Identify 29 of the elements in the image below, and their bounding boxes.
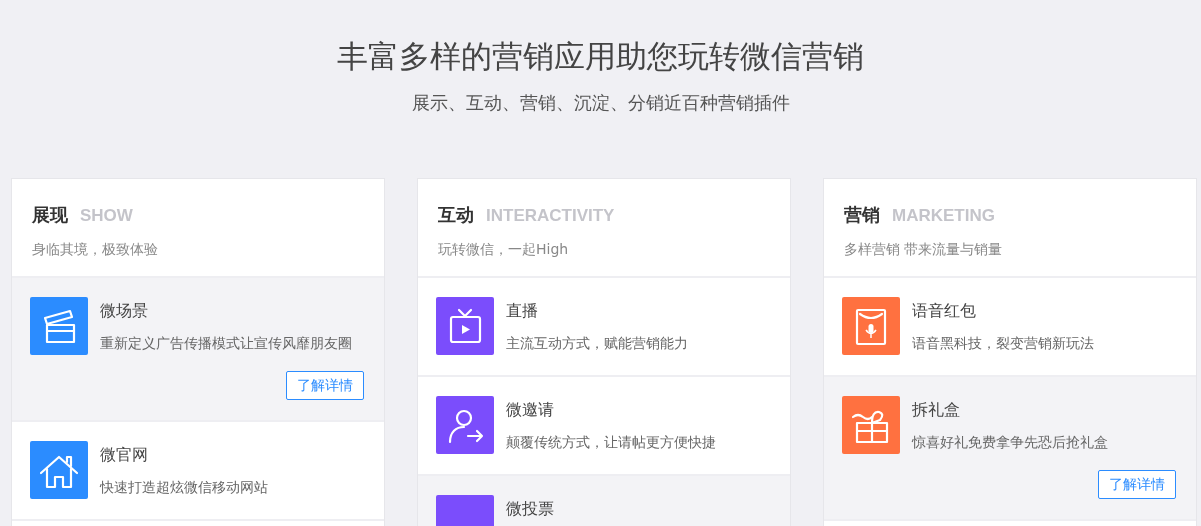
page-heading: 丰富多样的营销应用助您玩转微信营销 bbox=[336, 38, 865, 76]
category-title: 互动 bbox=[438, 203, 474, 228]
page-subheading: 展示、互动、营销、沉淀、分销近百种营销插件 bbox=[410, 91, 791, 116]
category-title: 营销 bbox=[844, 203, 880, 228]
app-description: 重新定义广告传播模式让宣传风靡朋友圈 bbox=[100, 334, 352, 354]
app-title: 微投票 bbox=[506, 498, 554, 521]
app-description: 主流互动方式，赋能营销能力 bbox=[506, 334, 688, 354]
app-item[interactable]: 拆礼盒 惊喜好礼免费拿争先恐后抢礼盒 了解详情 bbox=[824, 377, 1196, 522]
app-title: 语音红包 bbox=[912, 300, 977, 323]
app-title: 直播 bbox=[506, 300, 539, 323]
app-description: 惊喜好礼免费拿争先恐后抢礼盒 bbox=[912, 433, 1108, 453]
category-title: 展现 bbox=[32, 203, 68, 228]
app-description: 语音黑科技，裂变营销新玩法 bbox=[912, 334, 1094, 354]
app-title: 微场景 bbox=[100, 300, 149, 323]
app-description: 快速打造超炫微信移动网站 bbox=[100, 478, 268, 498]
app-title: 微邀请 bbox=[506, 399, 555, 422]
category-tagline: 多样营销 带来流量与销量 bbox=[844, 239, 1004, 259]
app-item[interactable]: 微投票 bbox=[418, 476, 790, 526]
category-tagline: 身临其境，极致体验 bbox=[32, 239, 159, 259]
category-english-title: MARKETING bbox=[892, 205, 995, 228]
app-item[interactable]: 微场景 重新定义广告传播模式让宣传风靡朋友圈 了解详情 bbox=[12, 278, 384, 423]
category-english-title: INTERACTIVITY bbox=[486, 205, 615, 228]
category-english-title: SHOW bbox=[80, 205, 133, 228]
details-button[interactable]: 了解详情 bbox=[1098, 470, 1176, 500]
category-tagline: 玩转微信，一起High bbox=[438, 239, 570, 259]
app-title: 拆礼盒 bbox=[912, 399, 961, 422]
app-title: 微官网 bbox=[100, 444, 149, 467]
details-button[interactable]: 了解详情 bbox=[286, 371, 364, 401]
app-description: 颠覆传统方式，让请帖更方便快捷 bbox=[506, 433, 716, 453]
